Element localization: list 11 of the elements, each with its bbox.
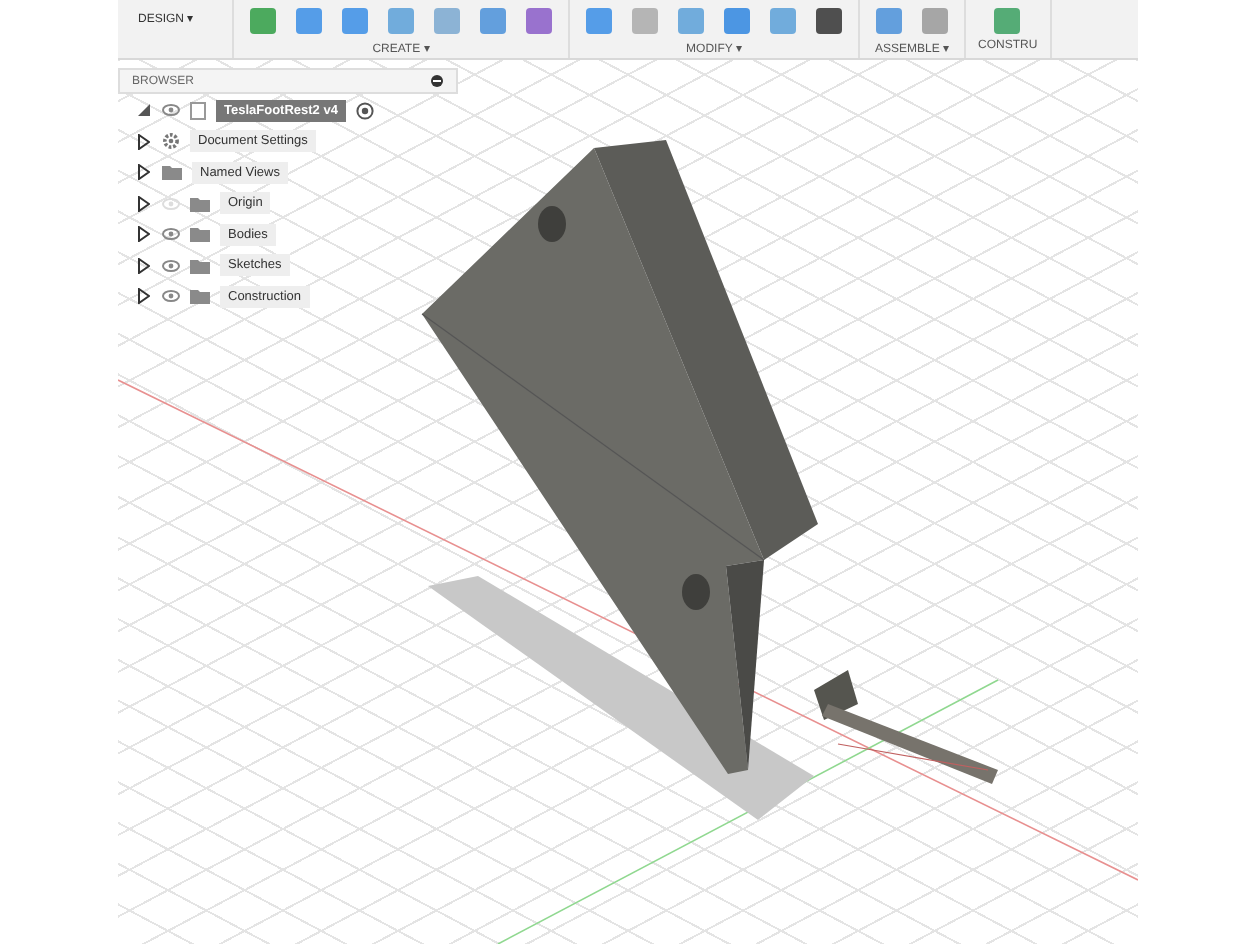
tool-icon[interactable] xyxy=(812,3,846,37)
tool-icon[interactable] xyxy=(522,3,556,37)
eye-icon[interactable] xyxy=(162,290,180,303)
collapse-icon[interactable] xyxy=(430,74,444,88)
document-icon xyxy=(190,101,206,120)
eye-icon[interactable] xyxy=(162,259,180,272)
target-icon[interactable] xyxy=(355,101,374,120)
eye-icon[interactable] xyxy=(162,228,180,241)
eye-icon[interactable] xyxy=(162,104,180,117)
gear-icon xyxy=(162,132,180,151)
collapse-arrow-icon[interactable] xyxy=(137,104,149,117)
